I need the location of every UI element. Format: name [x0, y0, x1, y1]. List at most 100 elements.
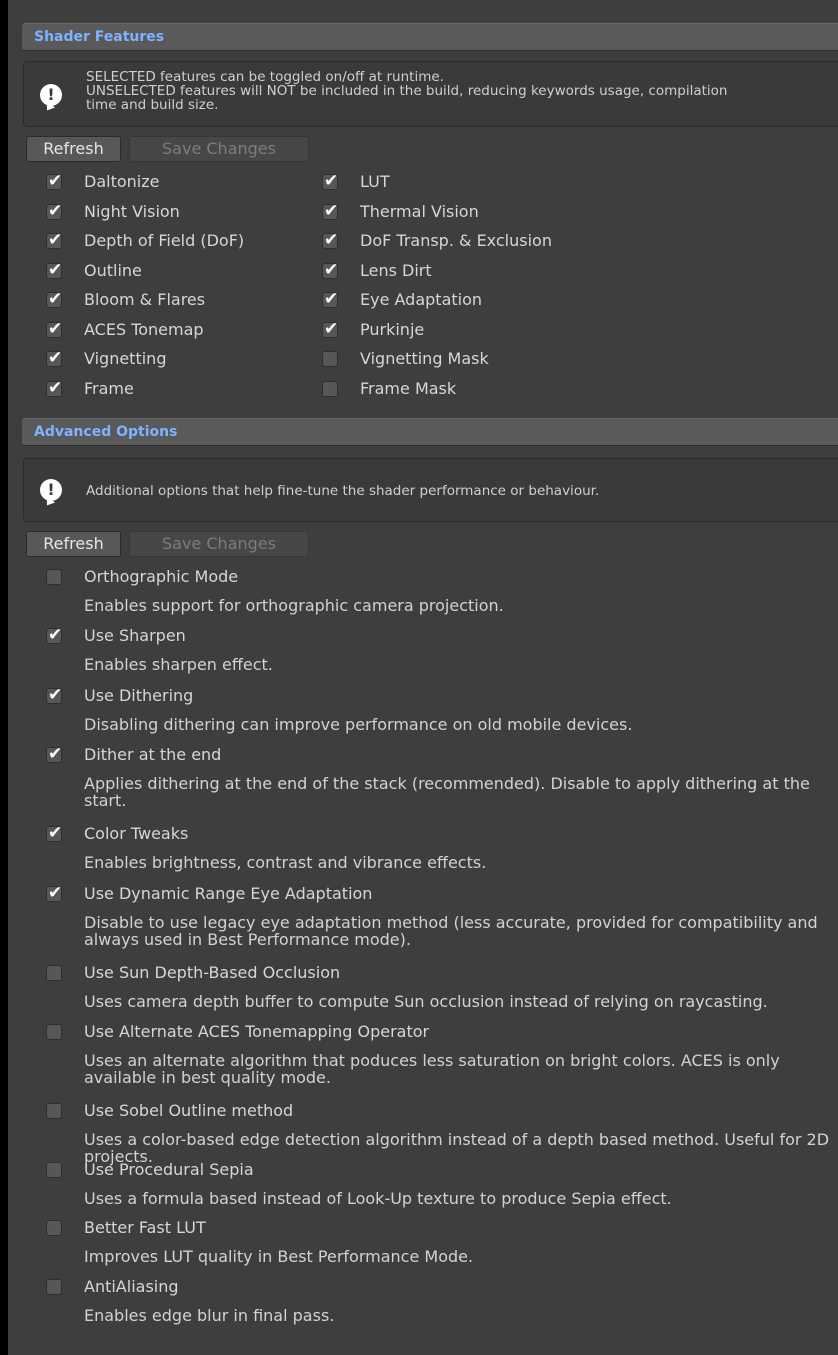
- checkbox-unchecked[interactable]: [322, 351, 338, 367]
- checkmark-icon: ✔: [48, 348, 63, 368]
- option-description: Enables sharpen effect.: [84, 655, 273, 674]
- checkmark-icon: ✔: [48, 744, 63, 764]
- checkbox-label: Use Sobel Outline method: [84, 1101, 294, 1120]
- option-description: Disable to use legacy eye adaptation met…: [84, 913, 818, 949]
- checkmark-icon: ✔: [48, 230, 63, 250]
- checkmark-icon: ✔: [48, 625, 63, 645]
- option-description: Uses an alternate algorithm that poduces…: [84, 1051, 780, 1087]
- option-description: Uses a formula based instead of Look-Up …: [84, 1189, 672, 1208]
- checkbox-checked[interactable]: ✔: [46, 230, 63, 250]
- checkbox-checked[interactable]: ✔: [322, 318, 339, 339]
- checkmark-icon: ✔: [324, 230, 339, 250]
- checkbox-checked[interactable]: ✔: [46, 289, 63, 309]
- checkbox-label: Dither at the end: [84, 745, 222, 764]
- checkbox-label: LUT: [360, 172, 390, 191]
- checkbox-checked[interactable]: ✔: [322, 171, 339, 191]
- advanced-options-helpbox: ! Additional options that help fine-tune…: [23, 458, 838, 522]
- checkbox-label: Bloom & Flares: [84, 290, 206, 309]
- checkbox-unchecked[interactable]: [322, 380, 338, 397]
- checkbox-checked[interactable]: ✔: [46, 200, 63, 221]
- advanced-options-help-text: Additional options that help fine-tune t…: [86, 483, 600, 499]
- refresh-button[interactable]: Refresh: [26, 136, 121, 162]
- shader-features-helpbox: ! SELECTED features can be toggled on/of…: [23, 61, 838, 127]
- checkmark-icon: ✔: [48, 377, 63, 398]
- info-icon: !: [40, 479, 62, 501]
- checkbox-label: Daltonize: [84, 172, 160, 191]
- checkbox-unchecked[interactable]: [46, 1220, 62, 1236]
- checkmark-icon: ✔: [48, 289, 63, 309]
- checkbox-checked[interactable]: ✔: [46, 685, 63, 705]
- checkmark-icon: ✔: [48, 823, 63, 843]
- checkbox-label: Outline: [84, 260, 142, 280]
- checkbox-label: Color Tweaks: [84, 824, 189, 843]
- checkbox-label: Frame: [84, 378, 134, 398]
- checkbox-checked[interactable]: ✔: [46, 625, 63, 645]
- checkbox-label: Frame Mask: [360, 378, 457, 398]
- checkbox-label: Use Alternate ACES Tonemapping Operator: [84, 1022, 430, 1041]
- checkmark-icon: ✔: [48, 171, 63, 191]
- checkbox-unchecked[interactable]: [46, 1162, 62, 1178]
- checkbox-checked[interactable]: ✔: [46, 883, 63, 903]
- checkmark-icon: ✔: [324, 200, 339, 221]
- advanced-refresh-button[interactable]: Refresh: [26, 531, 121, 557]
- checkbox-label: Night Vision: [84, 201, 180, 221]
- shader-features-help-text: SELECTED features can be toggled on/off …: [86, 69, 728, 113]
- checkbox-checked[interactable]: ✔: [46, 377, 63, 398]
- checkmark-icon: ✔: [48, 685, 63, 705]
- checkbox-label: DoF Transp. & Exclusion: [360, 231, 552, 250]
- option-description: Applies dithering at the end of the stac…: [84, 774, 810, 810]
- checkmark-icon: ✔: [48, 883, 63, 903]
- checkbox-unchecked[interactable]: [46, 1279, 62, 1295]
- checkbox-label: Lens Dirt: [360, 260, 432, 280]
- checkmark-icon: ✔: [324, 318, 339, 339]
- checkbox-label: Use Sharpen: [84, 626, 186, 645]
- checkmark-icon: ✔: [324, 289, 339, 309]
- checkbox-checked[interactable]: ✔: [322, 230, 339, 250]
- checkbox-checked[interactable]: ✔: [46, 823, 63, 843]
- checkmark-icon: ✔: [48, 200, 63, 221]
- advanced-save-changes-button[interactable]: Save Changes: [129, 531, 309, 557]
- advanced-options-header[interactable]: Advanced Options: [22, 418, 838, 446]
- checkbox-checked[interactable]: ✔: [46, 171, 63, 191]
- save-changes-button[interactable]: Save Changes: [129, 136, 309, 162]
- option-description: Uses camera depth buffer to compute Sun …: [84, 992, 768, 1011]
- checkbox-label: Use Dithering: [84, 686, 194, 705]
- checkbox-unchecked[interactable]: [46, 569, 62, 585]
- checkbox-label: AntiAliasing: [84, 1277, 179, 1296]
- checkbox-checked[interactable]: ✔: [46, 259, 63, 280]
- advanced-options-title: Advanced Options: [34, 424, 178, 440]
- inspector-panel: Shader Features ! SELECTED features can …: [8, 0, 838, 1355]
- checkbox-unchecked[interactable]: [46, 1024, 62, 1040]
- checkbox-label: Orthographic Mode: [84, 567, 239, 586]
- option-description: Enables support for orthographic camera …: [84, 596, 504, 615]
- checkbox-label: Depth of Field (DoF): [84, 231, 245, 250]
- shader-features-title: Shader Features: [34, 29, 165, 45]
- checkbox-checked[interactable]: ✔: [322, 289, 339, 309]
- checkbox-unchecked[interactable]: [46, 965, 62, 981]
- checkbox-checked[interactable]: ✔: [46, 348, 63, 368]
- checkbox-checked[interactable]: ✔: [46, 318, 63, 339]
- checkbox-label: Better Fast LUT: [84, 1218, 206, 1237]
- option-description: Enables brightness, contrast and vibranc…: [84, 853, 487, 872]
- checkbox-unchecked[interactable]: [46, 1103, 62, 1119]
- checkmark-icon: ✔: [48, 259, 63, 280]
- option-description: Disabling dithering can improve performa…: [84, 715, 633, 734]
- checkmark-icon: ✔: [324, 259, 339, 280]
- checkbox-checked[interactable]: ✔: [322, 200, 339, 221]
- checkbox-label: Vignetting: [84, 349, 167, 368]
- option-description: Improves LUT quality in Best Performance…: [84, 1247, 474, 1266]
- checkbox-checked[interactable]: ✔: [46, 744, 63, 764]
- checkbox-label: Eye Adaptation: [360, 290, 483, 309]
- checkmark-icon: ✔: [324, 171, 339, 191]
- checkmark-icon: ✔: [48, 318, 63, 339]
- checkbox-checked[interactable]: ✔: [322, 259, 339, 280]
- checkbox-label: Use Sun Depth-Based Occlusion: [84, 963, 341, 982]
- checkbox-label: Purkinje: [360, 319, 425, 339]
- shader-features-header[interactable]: Shader Features: [22, 23, 838, 51]
- info-icon: !: [40, 84, 62, 106]
- checkbox-label: Thermal Vision: [360, 201, 479, 221]
- option-description: Enables edge blur in final pass.: [84, 1306, 335, 1325]
- checkbox-label: Use Procedural Sepia: [84, 1160, 254, 1179]
- checkbox-label: Vignetting Mask: [360, 349, 489, 368]
- checkbox-label: ACES Tonemap: [84, 319, 204, 339]
